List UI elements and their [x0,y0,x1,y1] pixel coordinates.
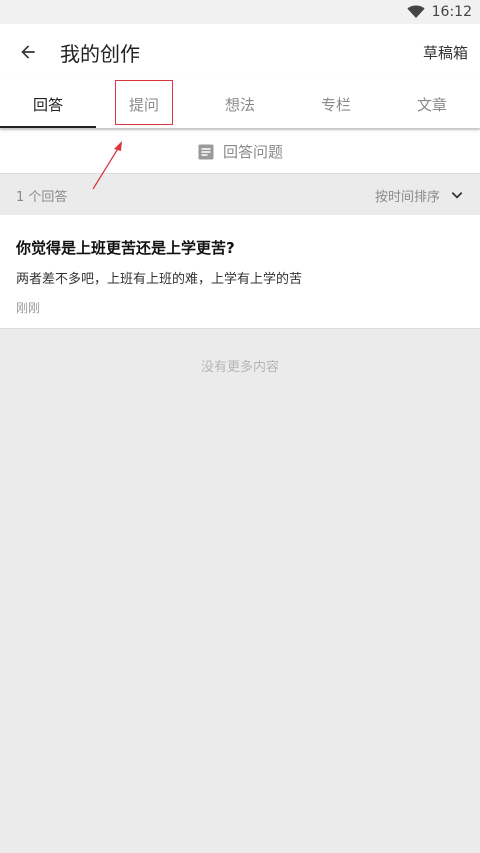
question-title: 你觉得是上班更苦还是上学更苦? [16,239,235,257]
annotation-arrow [92,141,122,190]
answer-question-button[interactable]: 回答问题 [0,130,480,174]
back-button[interactable] [0,24,56,80]
no-more-content: 没有更多内容 [200,360,279,375]
page-title: 我的创作 [60,41,140,66]
answer-excerpt: 两者差不多吧，上班有上班的难，上学有上学的苦 [16,272,303,287]
tab-bar: 回答 提问 想法 专栏 文章 [0,80,480,128]
tab-questions[interactable]: 提问 [96,80,192,128]
tab-label: 文章 [416,95,447,114]
tab-columns[interactable]: 专栏 [288,80,384,128]
tab-articles[interactable]: 文章 [384,80,480,128]
answer-count: 1 个回答 [16,189,68,205]
tab-label: 专栏 [320,95,351,114]
chevron-down-icon [451,192,463,199]
answer-card[interactable]: 你觉得是上班更苦还是上学更苦? 两者差不多吧，上班有上班的难，上学有上学的苦 刚… [0,215,480,329]
tab-label: 回答 [32,95,63,114]
answer-question-label: 回答问题 [222,143,283,161]
document-icon [198,144,214,159]
app-bar: 我的创作 草稿箱 [0,24,480,80]
sort-label: 按时间排序 [374,189,440,205]
status-bar: 16:12 [0,0,480,24]
status-time: 16:12 [431,4,472,20]
list-header: 1 个回答 按时间排序 [0,175,480,215]
tab-ideas[interactable]: 想法 [192,80,288,128]
sort-dropdown[interactable]: 按时间排序 [375,186,464,205]
highlight-box [115,80,173,125]
tab-answers[interactable]: 回答 [0,80,96,128]
wifi-icon [407,5,425,18]
arrow-left-icon [21,45,35,59]
drafts-button[interactable]: 草稿箱 [423,42,468,63]
tab-label: 想法 [224,95,255,114]
answer-time: 刚刚 [16,301,41,315]
